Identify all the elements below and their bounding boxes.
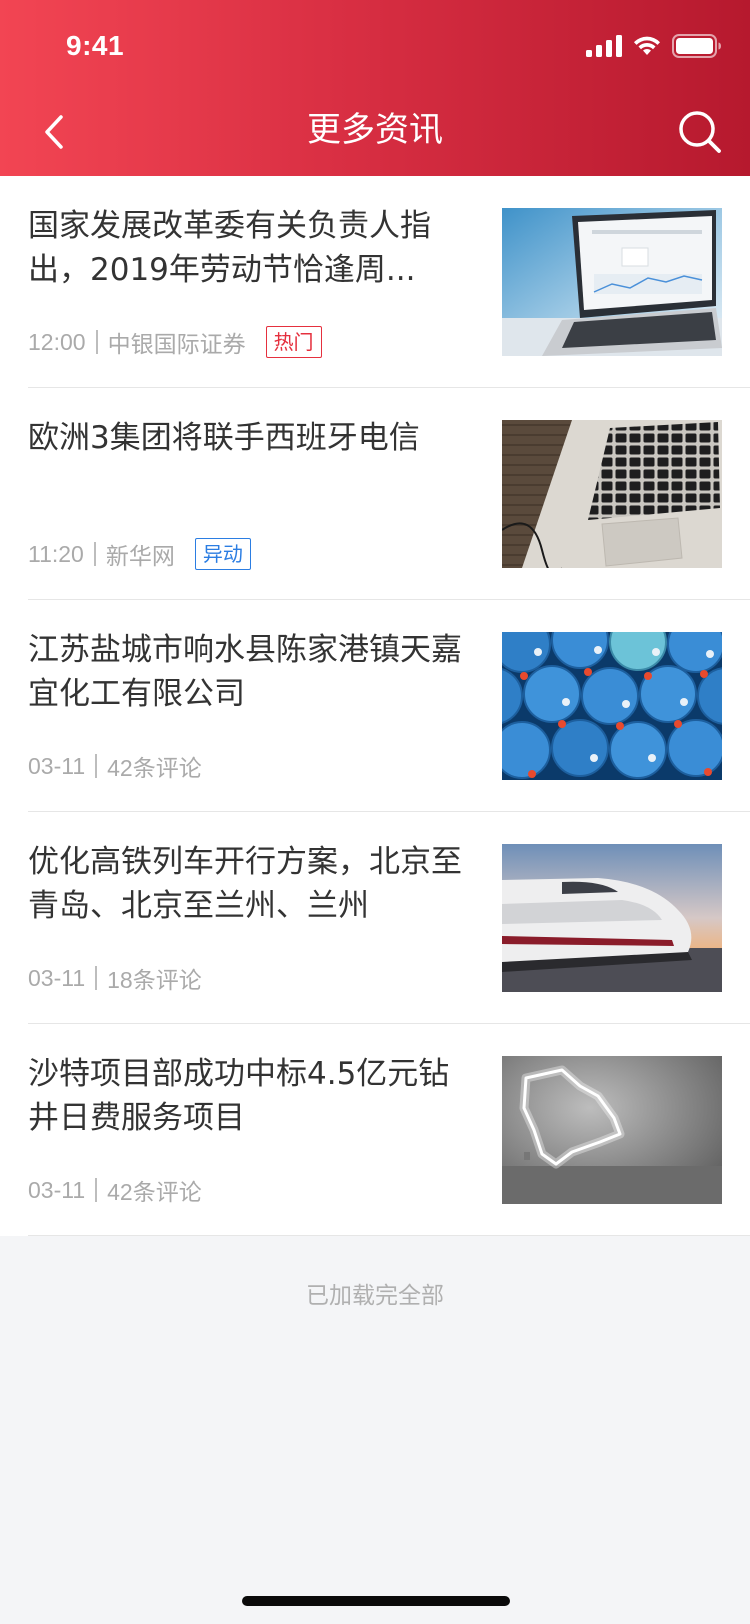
news-list: 国家发展改革委有关负责人指出，2019年劳动节恰逢周... 12:00 中银国际… (0, 176, 750, 1236)
blue-barrels-image (502, 632, 722, 780)
news-time: 03-11 (28, 752, 86, 779)
laptop-keyboard-image (502, 420, 722, 568)
meta-divider (95, 330, 98, 354)
news-time: 03-11 (28, 964, 86, 991)
news-comments: 42条评论 (107, 755, 202, 781)
meta-divider (95, 966, 98, 990)
news-item[interactable]: 沙特项目部成功中标4.5亿元钻井日费服务项目 03-11 42条评论 (0, 1024, 750, 1236)
navigation-header: 9:41 更多资讯 (0, 0, 750, 176)
hot-tag: 热门 (265, 326, 322, 358)
news-title: 江苏盐城市响水县陈家港镇天嘉宜化工有限公司 (28, 632, 462, 712)
news-source: 中银国际证券 (107, 331, 246, 357)
battery-icon (672, 34, 721, 58)
news-comments: 42条评论 (107, 1179, 202, 1205)
news-meta: 03-11 18条评论 (28, 962, 202, 994)
home-indicator[interactable] (242, 1596, 510, 1606)
search-button[interactable] (674, 106, 726, 158)
wifi-icon (634, 36, 660, 55)
news-meta: 11:20 新华网 异动 (28, 538, 251, 570)
meta-divider (95, 754, 98, 778)
page-title: 更多资讯 (307, 110, 443, 150)
news-source: 新华网 (105, 543, 175, 569)
news-title: 沙特项目部成功中标4.5亿元钻井日费服务项目 (28, 1056, 450, 1136)
news-meta: 03-11 42条评论 (28, 1174, 202, 1206)
news-title: 优化高铁列车开行方案，北京至青岛、北京至兰州、兰州 (28, 844, 462, 924)
news-thumbnail (502, 632, 722, 780)
meta-divider (93, 542, 96, 566)
news-thumbnail (502, 1056, 722, 1204)
news-time: 11:20 (28, 540, 84, 567)
cellular-signal-icon (586, 35, 622, 57)
laptop-dashboard-image (502, 208, 722, 356)
news-meta: 03-11 42条评论 (28, 750, 202, 782)
news-thumbnail (502, 844, 722, 992)
meta-divider (95, 1178, 98, 1202)
news-title: 欧洲3集团将联手西班牙电信 (28, 420, 420, 456)
news-item[interactable]: 欧洲3集团将联手西班牙电信 11:20 新华网 异动 (0, 388, 750, 600)
news-thumbnail (502, 420, 722, 568)
load-complete-text: 已加载完全部 (306, 1283, 444, 1309)
saudi-map-neon-image (502, 1056, 722, 1204)
news-time: 12:00 (28, 328, 86, 355)
high-speed-train-image (502, 844, 722, 992)
status-time: 9:41 (66, 30, 125, 61)
news-item[interactable]: 江苏盐城市响水县陈家港镇天嘉宜化工有限公司 03-11 42条评论 (0, 600, 750, 812)
movement-tag: 异动 (194, 538, 251, 570)
news-thumbnail (502, 208, 722, 356)
search-icon (679, 111, 721, 153)
news-time: 03-11 (28, 1176, 86, 1203)
status-icons (586, 34, 722, 58)
news-meta: 12:00 中银国际证券 热门 (28, 326, 322, 358)
news-title: 国家发展改革委有关负责人指出，2019年劳动节恰逢周... (28, 208, 431, 288)
news-item[interactable]: 国家发展改革委有关负责人指出，2019年劳动节恰逢周... 12:00 中银国际… (0, 176, 750, 388)
news-item[interactable]: 优化高铁列车开行方案，北京至青岛、北京至兰州、兰州 03-11 18条评论 (0, 812, 750, 1024)
news-comments: 18条评论 (107, 967, 202, 993)
